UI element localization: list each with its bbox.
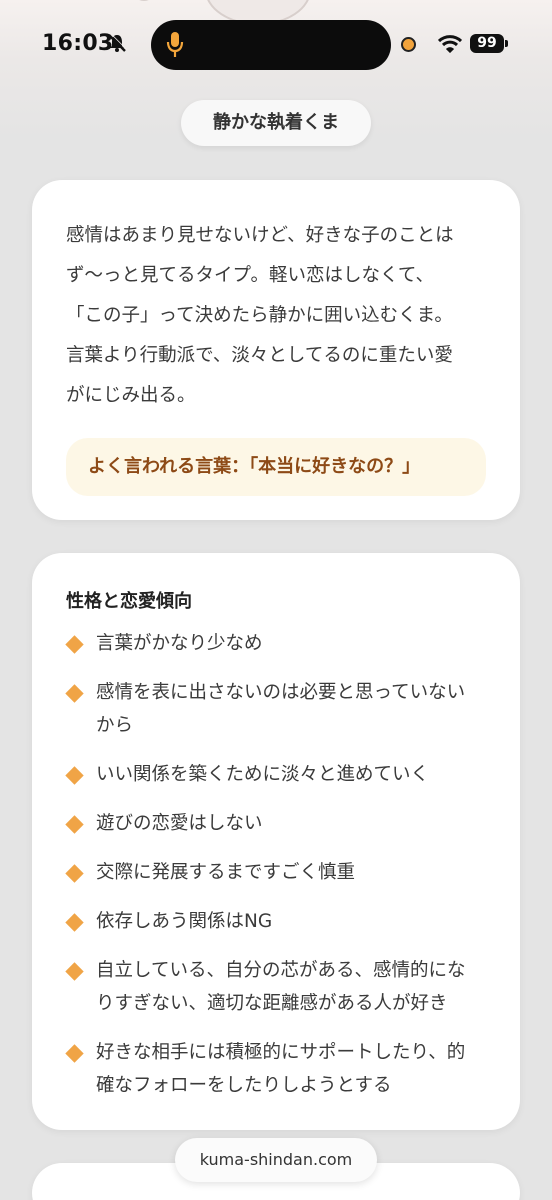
microphone-icon bbox=[166, 32, 184, 57]
traits-list: 言葉がかなり少なめ 感情を表に出さないのは必要と思っていない から いい関係を築… bbox=[65, 627, 486, 1102]
diamond-bullet-icon bbox=[65, 815, 84, 834]
trait-item: 好きな相手には積極的にサポートしたり、的 確なフォローをしたりしようとする bbox=[65, 1036, 486, 1102]
diamond-bullet-icon bbox=[65, 962, 84, 981]
type-chip: 静かな執着くま bbox=[181, 100, 371, 146]
status-bar: 16:03 99 bbox=[0, 0, 552, 92]
trait-item: いい関係を築くために淡々と進めていく bbox=[65, 758, 486, 791]
status-time: 16:03 bbox=[42, 31, 114, 56]
trait-text: 交際に発展するまですごく慎重 bbox=[96, 862, 356, 883]
trait-text: 自立している、自分の芯がある、感情的にな りすぎない、適切な距離感がある人が好き bbox=[96, 960, 466, 1014]
url-link[interactable]: kuma-shindan.com bbox=[175, 1138, 377, 1182]
trait-text: 好きな相手には積極的にサポートしたり、的 確なフォローをしたりしようとする bbox=[96, 1042, 466, 1096]
trait-item: 交際に発展するまですごく慎重 bbox=[65, 856, 486, 889]
trait-text: 感情を表に出さないのは必要と思っていない から bbox=[96, 682, 466, 736]
trait-text: いい関係を築くために淡々と進めていく bbox=[96, 764, 430, 785]
description-card: 感情はあまり見せないけど、好きな子のことは ず〜っと見てるタイプ。軽い恋はしなく… bbox=[32, 180, 520, 520]
diamond-bullet-icon bbox=[65, 766, 84, 785]
trait-item: 自立している、自分の芯がある、感情的にな りすぎない、適切な距離感がある人が好き bbox=[65, 954, 486, 1020]
quote-box: よく言われる言葉：「本当に好きなの？」 bbox=[66, 438, 486, 496]
diamond-bullet-icon bbox=[65, 1044, 84, 1063]
trait-text: 遊びの恋愛はしない bbox=[96, 813, 263, 834]
trait-item: 言葉がかなり少なめ bbox=[65, 627, 486, 660]
description-text: 感情はあまり見せないけど、好きな子のことは ず〜っと見てるタイプ。軽い恋はしなく… bbox=[66, 225, 454, 406]
traits-card: 性格と恋愛傾向 言葉がかなり少なめ 感情を表に出さないのは必要と思っていない か… bbox=[32, 553, 520, 1130]
diamond-bullet-icon bbox=[65, 635, 84, 654]
diamond-bullet-icon bbox=[65, 864, 84, 883]
bell-off-icon bbox=[108, 33, 127, 52]
trait-item: 遊びの恋愛はしない bbox=[65, 807, 486, 840]
battery-icon: 99 bbox=[470, 34, 508, 53]
trait-text: 言葉がかなり少なめ bbox=[96, 633, 263, 654]
trait-item: 感情を表に出さないのは必要と思っていない から bbox=[65, 676, 486, 742]
trait-item: 依存しあう関係はNG bbox=[65, 905, 486, 938]
trait-text: 依存しあう関係はNG bbox=[96, 911, 273, 932]
screen: 16:03 99 静かな執着くま 感情はあまり見せないけど、好きな子のことは ず… bbox=[0, 0, 552, 1200]
recording-dot-icon bbox=[401, 37, 416, 52]
traits-title: 性格と恋愛傾向 bbox=[66, 591, 192, 612]
diamond-bullet-icon bbox=[65, 684, 84, 703]
bear-illustration-icon bbox=[139, 0, 309, 22]
diamond-bullet-icon bbox=[65, 913, 84, 932]
dynamic-island[interactable] bbox=[151, 20, 391, 70]
wifi-icon bbox=[438, 35, 462, 53]
